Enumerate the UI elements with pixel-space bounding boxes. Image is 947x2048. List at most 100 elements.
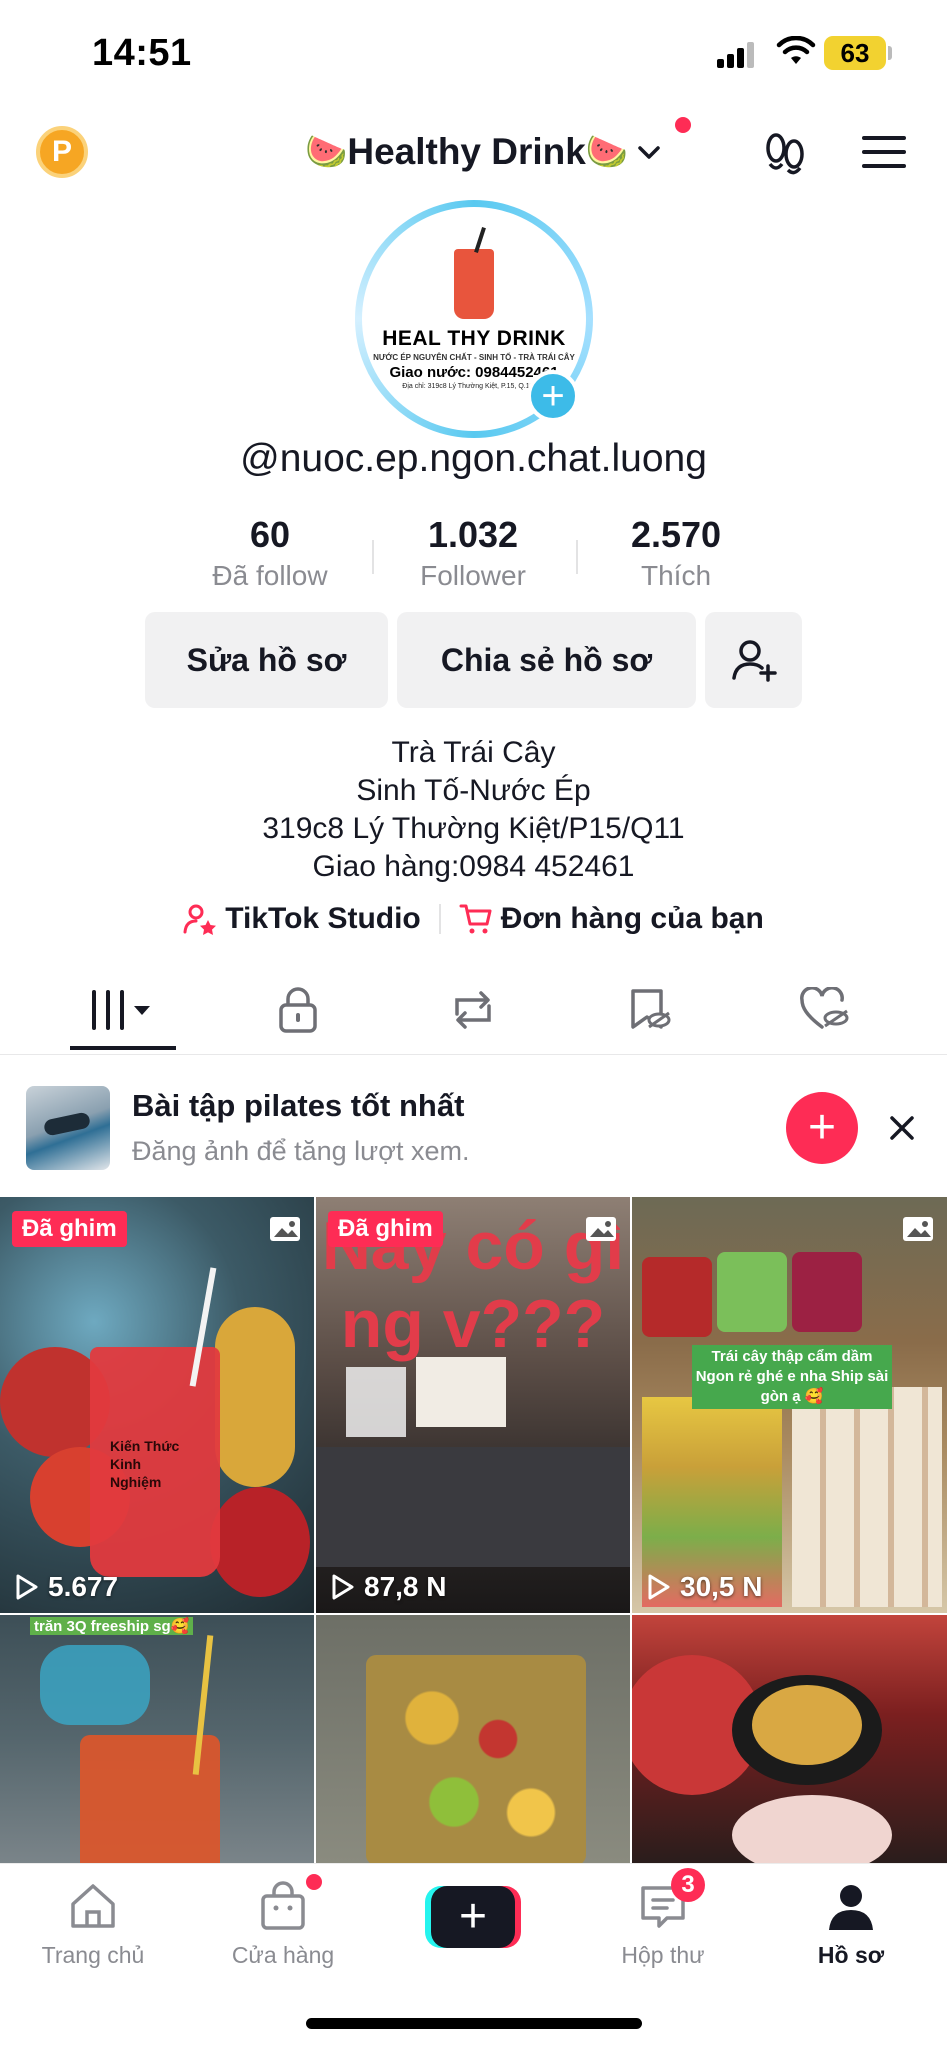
play-icon — [332, 1574, 354, 1600]
profile-icon — [829, 1885, 873, 1930]
bookmark-hidden-icon — [631, 989, 671, 1029]
creator-star-icon — [183, 904, 217, 935]
active-tab-indicator — [70, 1046, 176, 1050]
video-grid: Kiến Thức Kinh Nghiệm Đã ghim 5.677 Này … — [0, 1197, 947, 1863]
status-time: 14:51 — [92, 32, 192, 74]
watermelon-emoji: 🍉 — [305, 133, 348, 171]
suggestion-title[interactable]: Bài tập pilates tốt nhất — [132, 1088, 464, 1124]
avatar-address-text: Địa chỉ: 319c8 Lý Thường Kiệt, P.15, Q.1… — [402, 382, 546, 390]
lock-icon — [279, 987, 317, 1033]
add-friend-button[interactable] — [705, 612, 802, 708]
create-button[interactable]: + — [425, 1886, 521, 1948]
play-icon — [16, 1574, 38, 1600]
tab-liked[interactable] — [795, 985, 855, 1035]
video-thumbnail[interactable] — [632, 1615, 947, 1863]
pinned-badge: Đã ghim — [12, 1211, 127, 1247]
stat-following[interactable]: 60 Đã follow — [170, 514, 370, 592]
orders-label: Đơn hàng của bạn — [500, 902, 764, 935]
home-indicator — [306, 2018, 642, 2029]
bio: Trà Trái Cây Sinh Tố-Nước Ép 319c8 Lý Th… — [0, 734, 947, 886]
stat-label: Follower — [420, 560, 526, 591]
suggestion-subtitle: Đăng ảnh để tăng lượt xem. — [132, 1136, 470, 1166]
shopping-bag-icon — [261, 1881, 305, 1930]
signal-icon — [717, 40, 757, 68]
footprints-icon[interactable] — [764, 130, 808, 176]
edit-profile-button[interactable]: Sửa hồ sơ — [145, 612, 388, 708]
nav-label: Hồ sơ — [817, 1942, 885, 1968]
bio-line: Giao hàng:0984 452461 — [312, 850, 635, 883]
nav-profile[interactable]: Hồ sơ — [776, 1878, 926, 1969]
notification-dot — [675, 117, 691, 133]
stat-likes[interactable]: 2.570 Thích — [576, 514, 776, 592]
tab-videos[interactable] — [90, 985, 160, 1035]
video-thumbnail[interactable]: Kiến Thức Kinh Nghiệm Đã ghim 5.677 — [0, 1197, 314, 1613]
content-tabs — [0, 975, 947, 1055]
inbox-badge: 3 — [671, 1868, 705, 1902]
plus-icon: + — [431, 1886, 515, 1948]
stat-followers[interactable]: 1.032 Follower — [373, 514, 573, 592]
video-thumbnail[interactable]: trăn 3Q freeship sg🥰 — [0, 1615, 314, 1863]
watermelon-emoji: 🍉 — [585, 133, 629, 171]
profile-links: TikTok Studio Đơn hàng của bạn — [0, 902, 947, 936]
bio-line: Sinh Tố-Nước Ép — [356, 774, 591, 807]
wifi-icon — [776, 36, 816, 64]
avatar-sub-text: NƯỚC ÉP NGUYÊN CHẤT - SINH TỐ - TRÀ TRÁI… — [373, 352, 575, 362]
nav-shop[interactable]: Cửa hàng — [208, 1878, 358, 1969]
add-user-icon — [731, 640, 777, 682]
add-story-button[interactable]: + — [527, 370, 579, 422]
play-icon — [648, 1574, 670, 1600]
video-thumbnail[interactable] — [316, 1615, 630, 1863]
view-count-value: 5.677 — [48, 1571, 119, 1602]
bio-line: Trà Trái Cây — [391, 736, 556, 769]
tab-saved[interactable] — [620, 985, 680, 1035]
repost-icon — [455, 991, 491, 1029]
account-switcher[interactable]: 🍉 Healthy Drink 🍉 — [305, 124, 664, 180]
photo-icon — [586, 1217, 616, 1241]
video-caption-text: trăn 3Q freeship sg🥰 — [30, 1617, 194, 1635]
view-count-value: 87,8 N — [364, 1571, 447, 1602]
drink-glass-icon — [454, 248, 494, 319]
view-count: 30,5 N — [646, 1571, 763, 1603]
avatar-logo-text: HEAL THY DRINK — [382, 326, 566, 350]
cart-icon — [459, 904, 492, 934]
tab-reposts[interactable] — [443, 985, 503, 1035]
nav-inbox[interactable]: Hộp thư — [588, 1878, 738, 1969]
link-divider — [438, 904, 441, 934]
tab-private[interactable] — [268, 985, 328, 1035]
pinned-badge: Đã ghim — [328, 1211, 443, 1247]
nav-label: Trang chủ — [41, 1942, 145, 1968]
chevron-down-icon — [638, 146, 660, 159]
cup-label-text: Kiến Thức Kinh Nghiệm — [110, 1438, 180, 1490]
post-suggestion-banner: Bài tập pilates tốt nhất Đăng ảnh để tăn… — [0, 1056, 947, 1196]
heart-hidden-icon — [800, 987, 849, 1029]
video-thumbnail[interactable]: Trái cây thập cẩm dầm Ngon rẻ ghé e nha … — [632, 1197, 947, 1613]
stat-label: Thích — [640, 560, 712, 591]
close-icon[interactable] — [884, 1110, 920, 1146]
post-photo-button[interactable]: + — [786, 1092, 858, 1164]
suggestion-thumbnail[interactable] — [26, 1086, 110, 1170]
stat-value: 1.032 — [427, 514, 519, 555]
username: @nuoc.ep.ngon.chat.luong — [240, 437, 707, 480]
orders-link[interactable]: Đơn hàng của bạn — [459, 902, 764, 936]
share-profile-button[interactable]: Chia sẻ hồ sơ — [397, 612, 696, 708]
video-caption-text: Trái cây thập cẩm dầm Ngon rẻ ghé e nha … — [692, 1345, 892, 1409]
nav-home[interactable]: Trang chủ — [18, 1878, 168, 1969]
photo-icon — [903, 1217, 933, 1241]
tiktok-studio-link[interactable]: TikTok Studio — [183, 902, 421, 936]
nav-label: Hộp thư — [621, 1942, 705, 1968]
home-icon — [71, 1884, 115, 1928]
stat-value: 2.570 — [630, 514, 722, 555]
view-count-value: 30,5 N — [680, 1571, 763, 1602]
nav-label: Cửa hàng — [231, 1942, 335, 1968]
view-count: 87,8 N — [330, 1571, 447, 1603]
menu-icon[interactable] — [862, 134, 906, 170]
video-thumbnail[interactable]: Này có gì ng v??? Đã ghim 87,8 N — [316, 1197, 630, 1613]
tiktok-studio-label: TikTok Studio — [225, 902, 421, 935]
grid-filter-icon — [92, 990, 150, 1030]
bio-line: 319c8 Lý Thường Kiệt/P15/Q11 — [262, 812, 685, 845]
view-count: 5.677 — [14, 1571, 118, 1603]
account-title: Healthy Drink — [347, 131, 586, 172]
coin-icon[interactable]: P — [36, 126, 88, 178]
stat-value: 60 — [249, 514, 291, 555]
status-bar: 14:51 63 — [0, 0, 947, 100]
